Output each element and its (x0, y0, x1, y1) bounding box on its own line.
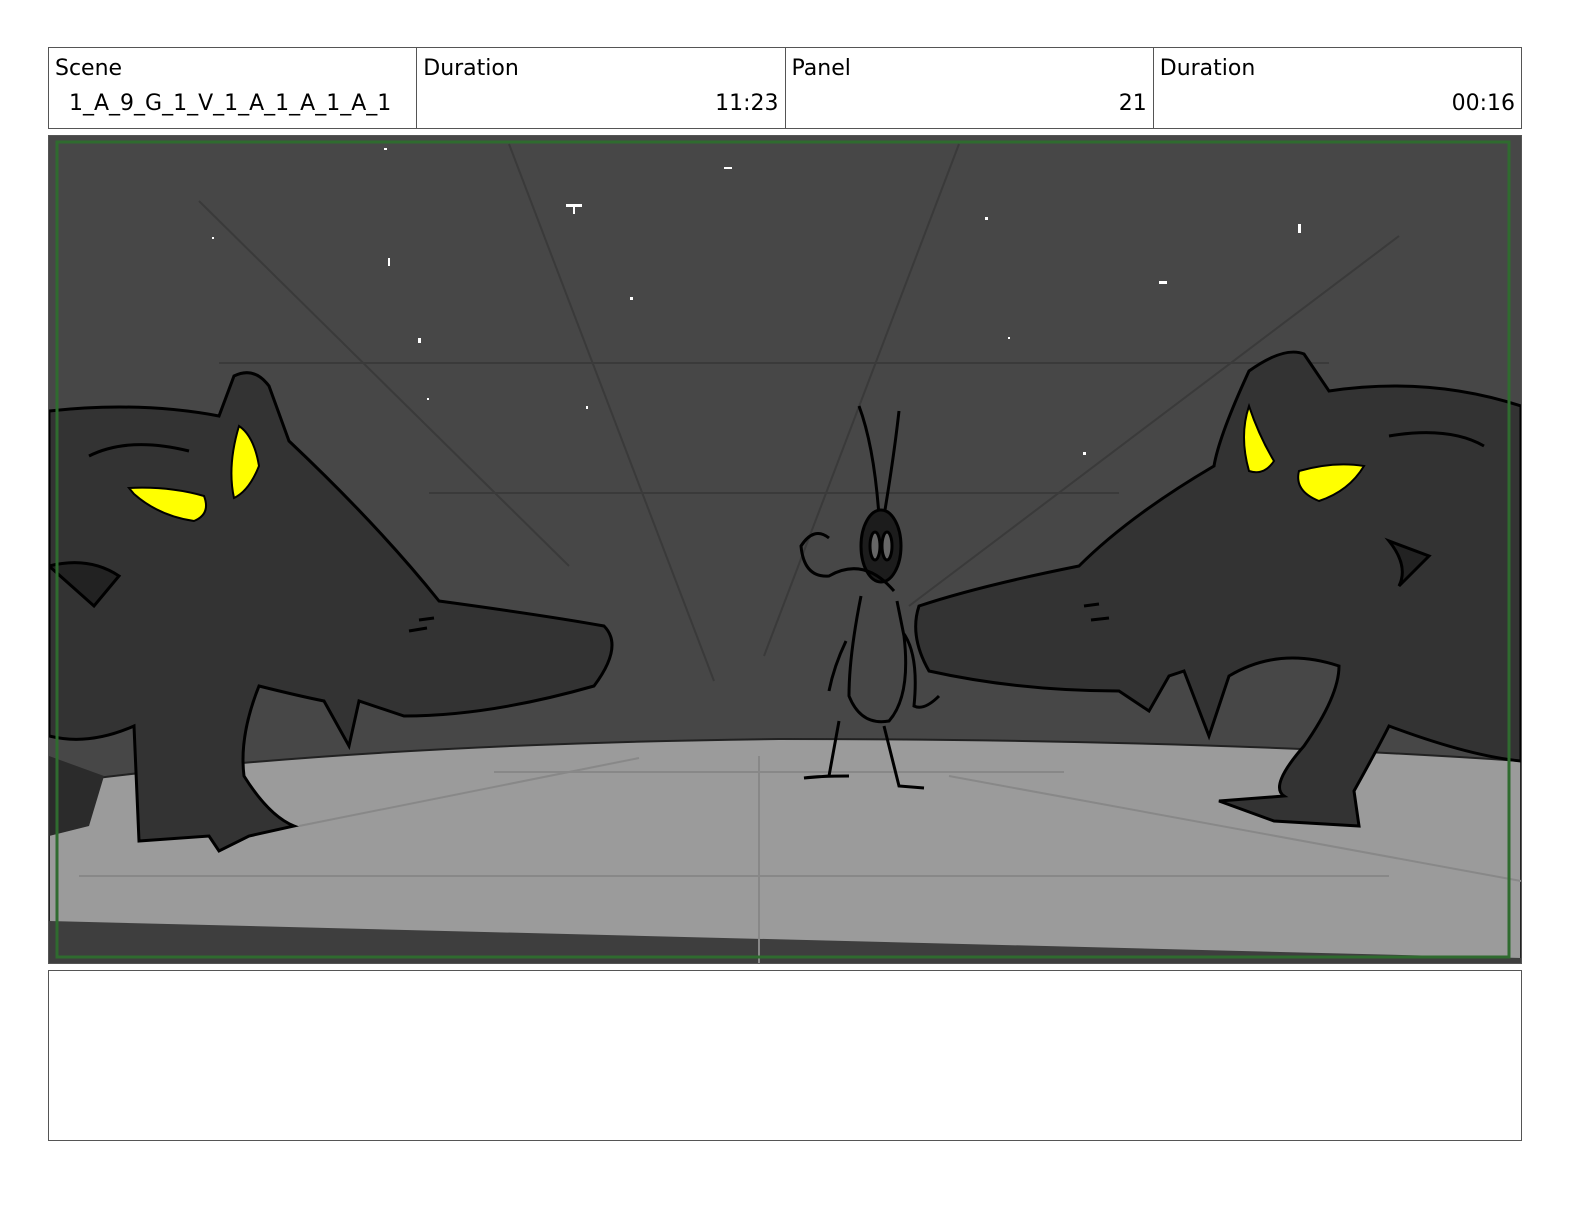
scene-value: 1_A_9_G_1_V_1_A_1_A_1_A_1 (69, 91, 392, 116)
scene-duration-value: 11:23 (715, 91, 779, 116)
storyboard-sketch (49, 136, 1521, 963)
scene-cell: Scene 1_A_9_G_1_V_1_A_1_A_1_A_1 (49, 48, 418, 128)
panel-label: Panel (791, 56, 851, 81)
scene-label: Scene (55, 56, 123, 81)
panel-value: 21 (1118, 91, 1147, 116)
panel-duration-value: 00:16 (1451, 91, 1515, 116)
panel-duration-cell: Duration 00:16 (1154, 48, 1521, 128)
panel-notes[interactable] (48, 970, 1522, 1141)
panel-cell: Panel 21 (786, 48, 1154, 128)
storyboard-panel (48, 135, 1522, 964)
panel-header: Scene 1_A_9_G_1_V_1_A_1_A_1_A_1 Duration… (48, 47, 1522, 129)
panel-duration-label: Duration (1159, 56, 1256, 81)
scene-duration-cell: Duration 11:23 (417, 48, 786, 128)
scene-duration-label: Duration (423, 56, 519, 81)
